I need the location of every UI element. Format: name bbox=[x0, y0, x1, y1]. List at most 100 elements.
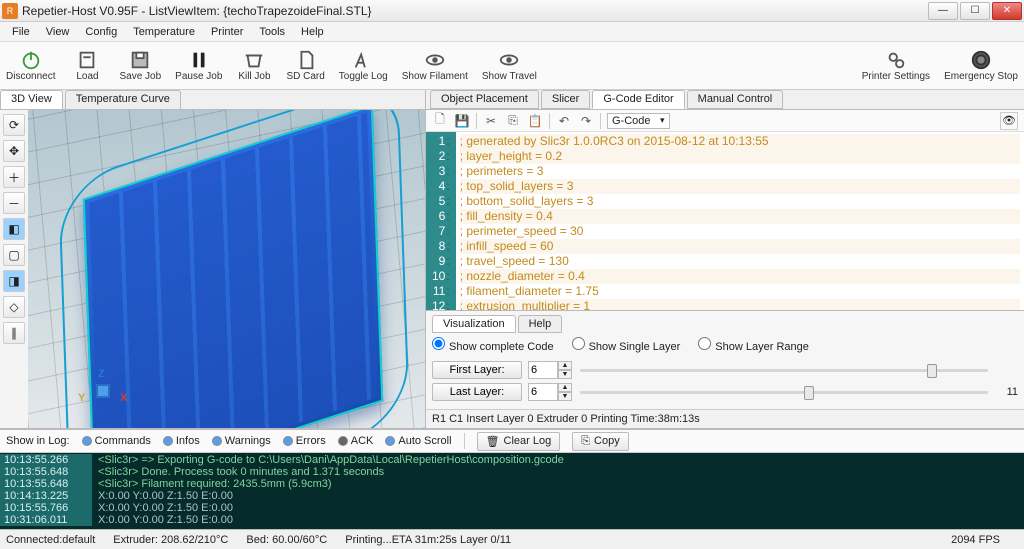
show-in-log-label: Show in Log: bbox=[6, 435, 70, 447]
log-output[interactable]: 10:13:55.266<Slic3r> => Exporting G-code… bbox=[0, 453, 1024, 529]
killjob-button[interactable]: Kill Job bbox=[236, 49, 272, 82]
menu-printer[interactable]: Printer bbox=[203, 24, 251, 40]
tab-3dview[interactable]: 3D View bbox=[0, 90, 63, 109]
status-printing: Printing...ETA 31m:25s Layer 0/11 bbox=[345, 534, 933, 546]
last-layer-input[interactable] bbox=[528, 383, 558, 401]
filter-commands[interactable]: Commands bbox=[82, 435, 151, 447]
printersettings-button[interactable]: Printer Settings bbox=[862, 49, 930, 82]
log-line: 10:13:55.648<Slic3r> Filament required: … bbox=[0, 478, 1024, 490]
radio-layer-range[interactable]: Show Layer Range bbox=[698, 337, 809, 353]
tab-visualization[interactable]: Visualization bbox=[432, 315, 516, 333]
spin-down-icon[interactable]: ▼ bbox=[558, 392, 572, 401]
save-icon[interactable]: 💾 bbox=[454, 113, 470, 129]
iso-view-icon[interactable]: ◧ bbox=[3, 218, 25, 240]
move-view-icon[interactable]: ✥ bbox=[3, 140, 25, 162]
log-line: 10:31:06.011X:0.00 Y:0.00 Z:1.50 E:0.00 bbox=[0, 514, 1024, 526]
maximize-button[interactable]: ☐ bbox=[960, 2, 990, 20]
togglelog-button[interactable]: Toggle Log bbox=[339, 49, 388, 82]
visualization-panel: Visualization Help Show complete Code Sh… bbox=[426, 310, 1024, 409]
tab-gcode-editor[interactable]: G-Code Editor bbox=[592, 90, 684, 109]
view-toolbar: ⟳ ✥ ＋ － ◧ ▢ ◨ ◇ ∥ bbox=[0, 110, 28, 428]
rotate-view-icon[interactable]: ⟳ bbox=[3, 114, 25, 136]
tab-manual-control[interactable]: Manual Control bbox=[687, 90, 784, 109]
spin-up-icon[interactable]: ▲ bbox=[558, 361, 572, 370]
close-button[interactable]: ✕ bbox=[992, 2, 1022, 20]
last-layer-button[interactable]: Last Layer: bbox=[432, 383, 522, 401]
sdcard-button[interactable]: SD Card bbox=[286, 49, 324, 82]
redo-icon[interactable]: ↷ bbox=[578, 113, 594, 129]
viz-radios: Show complete Code Show Single Layer Sho… bbox=[432, 337, 1018, 353]
visibility-icon[interactable]: 👁 bbox=[1000, 112, 1018, 130]
right-pane: Object Placement Slicer G-Code Editor Ma… bbox=[426, 90, 1024, 428]
new-file-icon[interactable]: 🗋 bbox=[432, 113, 448, 129]
3d-viewport[interactable]: Z X Y bbox=[28, 110, 425, 428]
main-toolbar: Disconnect Load Save Job Pause Job Kill Job S… bbox=[0, 42, 1024, 90]
filter-infos[interactable]: Infos bbox=[163, 435, 200, 447]
statusbar: Connected:default Extruder: 208.62/210°C… bbox=[0, 529, 1024, 549]
titlebar: R Repetier-Host V0.95F - ListViewItem: {… bbox=[0, 0, 1024, 22]
menu-tools[interactable]: Tools bbox=[251, 24, 293, 40]
first-layer-input[interactable] bbox=[528, 361, 558, 379]
front-view-icon[interactable]: ▢ bbox=[3, 244, 25, 266]
showfilament-button[interactable]: Show Filament bbox=[402, 49, 468, 82]
filter-ack[interactable]: ACK bbox=[338, 435, 374, 447]
left-tabs: 3D View Temperature Curve bbox=[0, 90, 425, 110]
savejob-button[interactable]: Save Job bbox=[119, 49, 161, 82]
log-line: 10:13:55.648<Slic3r> Done. Process took … bbox=[0, 466, 1024, 478]
menu-config[interactable]: Config bbox=[77, 24, 125, 40]
emergency-button[interactable]: Emergency Stop bbox=[944, 49, 1018, 82]
menu-view[interactable]: View bbox=[38, 24, 78, 40]
clear-icon: 🗑 bbox=[486, 435, 500, 448]
spin-down-icon[interactable]: ▼ bbox=[558, 370, 572, 379]
status-connection: Connected:default bbox=[6, 534, 95, 546]
parallel-proj-icon[interactable]: ∥ bbox=[3, 322, 25, 344]
minimize-button[interactable]: — bbox=[928, 2, 958, 20]
disconnect-button[interactable]: Disconnect bbox=[6, 49, 55, 82]
last-layer-max: 11 bbox=[994, 386, 1018, 398]
right-tabs: Object Placement Slicer G-Code Editor Ma… bbox=[426, 90, 1024, 110]
copy-icon[interactable]: ⎘ bbox=[505, 113, 521, 129]
clear-log-button[interactable]: 🗑Clear Log bbox=[477, 432, 561, 451]
tab-temperature-curve[interactable]: Temperature Curve bbox=[65, 90, 181, 109]
editor-toolbar: 🗋 💾 ✂ ⎘ 📋 ↶ ↷ G-Code 👁 bbox=[426, 110, 1024, 132]
menu-file[interactable]: File bbox=[4, 24, 38, 40]
left-pane: 3D View Temperature Curve ⟳ ✥ ＋ － ◧ ▢ ◨ … bbox=[0, 90, 426, 428]
tab-slicer[interactable]: Slicer bbox=[541, 90, 591, 109]
last-layer-slider[interactable] bbox=[580, 384, 988, 400]
side-view-icon[interactable]: ◨ bbox=[3, 270, 25, 292]
gcode-type-select[interactable]: G-Code bbox=[607, 113, 670, 129]
paste-icon[interactable]: 📋 bbox=[527, 113, 543, 129]
spin-up-icon[interactable]: ▲ bbox=[558, 383, 572, 392]
zoom-out-icon[interactable]: － bbox=[3, 192, 25, 214]
copy-icon: ⎘ bbox=[581, 435, 590, 448]
menu-temperature[interactable]: Temperature bbox=[125, 24, 203, 40]
radio-complete-code[interactable]: Show complete Code bbox=[432, 337, 554, 353]
top-view-icon[interactable]: ◇ bbox=[3, 296, 25, 318]
pausejob-button[interactable]: Pause Job bbox=[175, 49, 222, 82]
status-extruder: Extruder: 208.62/210°C bbox=[113, 534, 228, 546]
code-editor[interactable]: 123456789101112131415 ; generated by Sli… bbox=[426, 132, 1024, 310]
status-bed: Bed: 60.00/60°C bbox=[246, 534, 327, 546]
first-layer-button[interactable]: First Layer: bbox=[432, 361, 522, 379]
undo-icon[interactable]: ↶ bbox=[556, 113, 572, 129]
load-button[interactable]: Load bbox=[69, 49, 105, 82]
app-icon: R bbox=[2, 3, 18, 19]
log-line: 10:13:55.266<Slic3r> => Exporting G-code… bbox=[0, 454, 1024, 466]
filter-errors[interactable]: Errors bbox=[283, 435, 326, 447]
log-toolbar: Show in Log: Commands Infos Warnings Err… bbox=[0, 429, 1024, 453]
menubar: FileViewConfigTemperaturePrinterToolsHel… bbox=[0, 22, 1024, 42]
copy-log-button[interactable]: ⎘Copy bbox=[572, 432, 629, 451]
status-fps: 2094 FPS bbox=[951, 534, 1000, 546]
menu-help[interactable]: Help bbox=[293, 24, 332, 40]
log-line: 10:15:55.766X:0.00 Y:0.00 Z:1.50 E:0.00 bbox=[0, 502, 1024, 514]
filter-warnings[interactable]: Warnings bbox=[212, 435, 271, 447]
showtravel-button[interactable]: Show Travel bbox=[482, 49, 537, 82]
cut-icon[interactable]: ✂ bbox=[483, 113, 499, 129]
tab-help[interactable]: Help bbox=[518, 315, 563, 333]
editor-status: R1 C1 Insert Layer 0 Extruder 0 Printing… bbox=[426, 409, 1024, 428]
zoom-in-icon[interactable]: ＋ bbox=[3, 166, 25, 188]
tab-object-placement[interactable]: Object Placement bbox=[430, 90, 539, 109]
radio-single-layer[interactable]: Show Single Layer bbox=[572, 337, 681, 353]
first-layer-slider[interactable] bbox=[580, 362, 988, 378]
filter-autoscroll[interactable]: Auto Scroll bbox=[385, 435, 451, 447]
